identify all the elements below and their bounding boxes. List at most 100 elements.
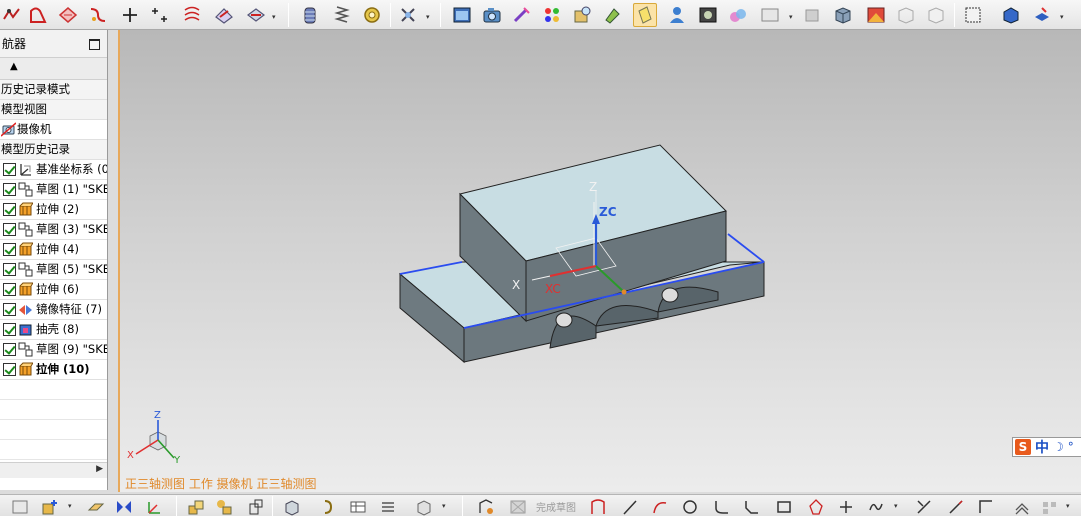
fit-view-icon[interactable] <box>961 3 985 27</box>
scene-icon[interactable] <box>726 3 750 27</box>
box-icon[interactable] <box>282 497 302 516</box>
finish-sketch-icon[interactable] <box>508 497 528 516</box>
moon-icon[interactable]: ☽ <box>1053 440 1064 454</box>
coordinate-icon[interactable] <box>144 497 164 516</box>
view-triad[interactable]: Z X Y <box>126 410 186 470</box>
circle-icon[interactable] <box>680 497 700 516</box>
feature-visibility-checkbox[interactable] <box>3 243 16 256</box>
intersect-curve-icon[interactable] <box>244 3 268 27</box>
nav-history-mode[interactable]: 历史记录模式 <box>0 80 107 100</box>
feature-visibility-checkbox[interactable] <box>3 323 16 336</box>
feature-visibility-checkbox[interactable] <box>3 363 16 376</box>
fillet-icon[interactable] <box>712 497 732 516</box>
user-icon[interactable] <box>665 3 689 27</box>
render-image-icon[interactable] <box>696 3 720 27</box>
feature-visibility-checkbox[interactable] <box>3 343 16 356</box>
extend-icon[interactable] <box>946 497 966 516</box>
mirror-icon[interactable] <box>114 497 134 516</box>
color-palette-icon[interactable] <box>540 3 564 27</box>
graphics-window[interactable]: Z ZC X XC Z X Y <box>118 30 1081 492</box>
wireframe-icon[interactable] <box>894 3 918 27</box>
section-view-icon[interactable] <box>999 3 1023 27</box>
nav-model-history[interactable]: 模型历史记录 <box>0 140 107 160</box>
orient-view-icon[interactable] <box>1030 3 1054 27</box>
helix-icon[interactable] <box>180 3 204 27</box>
pattern-icon[interactable] <box>1040 497 1060 516</box>
feature-row-mirror-7[interactable]: 镜像特征 (7) <box>0 300 107 320</box>
assembly-icon[interactable] <box>186 497 206 516</box>
table-icon[interactable] <box>348 497 368 516</box>
light-icon[interactable] <box>600 3 624 27</box>
nav-model-views[interactable]: 模型视图 <box>0 100 107 120</box>
feature-row-sketch-3[interactable]: 草图 (3) "SKETCH <box>0 220 107 240</box>
navigator-horizontal-scrollbar[interactable]: ▶ <box>0 462 107 478</box>
surface-icon[interactable] <box>56 3 80 27</box>
feature-visibility-checkbox[interactable] <box>3 223 16 236</box>
finish-sketch-label[interactable]: 完成草图 <box>536 499 576 514</box>
point-set-icon[interactable] <box>148 3 172 27</box>
offset-curve-icon[interactable] <box>86 3 110 27</box>
component-icon[interactable] <box>214 497 234 516</box>
gear-icon[interactable] <box>360 3 384 27</box>
view-icon[interactable] <box>758 3 782 27</box>
trim-icon[interactable] <box>914 497 934 516</box>
polygon-icon[interactable] <box>806 497 826 516</box>
sketch-curve-icon[interactable] <box>26 3 50 27</box>
cube-icon[interactable] <box>831 3 855 27</box>
studio-icon[interactable] <box>864 3 888 27</box>
arc-icon[interactable] <box>650 497 670 516</box>
weld-icon[interactable] <box>396 3 420 27</box>
attach-icon[interactable] <box>318 497 338 516</box>
constraint-icon[interactable] <box>246 497 266 516</box>
feature-row-sketch-5[interactable]: 草图 (5) "SKETCH <box>0 260 107 280</box>
feature-visibility-checkbox[interactable] <box>3 303 16 316</box>
nav-cameras[interactable]: 摄像机 <box>0 120 107 140</box>
feature-visibility-checkbox[interactable] <box>3 283 16 296</box>
offset-icon[interactable] <box>1012 497 1032 516</box>
sort-ascending-icon[interactable]: ▲ <box>10 61 18 72</box>
spring-icon[interactable] <box>330 3 354 27</box>
navigator-column-header[interactable]: ▲ <box>0 58 107 80</box>
feature-row-extrude-10[interactable]: 拉伸 (10) <box>0 360 107 380</box>
feature-visibility-checkbox[interactable] <box>3 203 16 216</box>
ime-mode-toggle[interactable]: 中 <box>1035 437 1049 457</box>
add-feature-icon[interactable] <box>40 497 60 516</box>
ime-toolbar[interactable]: S 中 ☽ ° <box>1012 437 1081 457</box>
ime-punctuation-toggle[interactable]: ° <box>1068 440 1074 454</box>
maximize-icon[interactable] <box>89 39 100 50</box>
material-icon[interactable] <box>570 3 594 27</box>
sketch-task-icon[interactable] <box>476 497 496 516</box>
view-cube-icon[interactable] <box>414 497 434 516</box>
edit-object-display-icon[interactable] <box>510 3 534 27</box>
feature-row-datum-csys[interactable]: 基准坐标系 (0 <box>0 160 107 180</box>
feature-row-sketch-9[interactable]: 草图 (9) "SKETCH <box>0 340 107 360</box>
line-icon[interactable] <box>620 497 640 516</box>
list-icon[interactable] <box>378 497 398 516</box>
feature-row-shell-8[interactable]: 抽壳 (8) <box>0 320 107 340</box>
feature-row-extrude-6[interactable]: 拉伸 (6) <box>0 280 107 300</box>
datum-plane-icon[interactable] <box>86 497 106 516</box>
hidden-edge-icon[interactable] <box>924 3 948 27</box>
feature-visibility-checkbox[interactable] <box>3 263 16 276</box>
feature-visibility-checkbox[interactable] <box>3 163 16 176</box>
feature-row-extrude-4[interactable]: 拉伸 (4) <box>0 240 107 260</box>
display-window-icon[interactable] <box>450 3 474 27</box>
feature-row-sketch-1[interactable]: 草图 (1) "SKETCH <box>0 180 107 200</box>
chamfer-icon[interactable] <box>742 497 762 516</box>
line-profile-icon[interactable] <box>0 3 24 27</box>
ime-logo-icon[interactable]: S <box>1015 439 1031 455</box>
feature-visibility-checkbox[interactable] <box>3 183 16 196</box>
cylinder-stack-icon[interactable] <box>298 3 322 27</box>
profile-icon[interactable] <box>588 497 608 516</box>
sketch-point-icon[interactable] <box>836 497 856 516</box>
spotlight-icon[interactable] <box>633 3 657 27</box>
rectangle-icon[interactable] <box>774 497 794 516</box>
spline-icon[interactable] <box>866 497 886 516</box>
project-curve-icon[interactable] <box>212 3 236 27</box>
corner-icon[interactable] <box>976 497 996 516</box>
sketch-plane-icon[interactable] <box>10 497 30 516</box>
camera-icon[interactable] <box>480 3 504 27</box>
feature-row-extrude-2[interactable]: 拉伸 (2) <box>0 200 107 220</box>
shading-icon[interactable] <box>800 3 824 27</box>
point-icon[interactable] <box>118 3 142 27</box>
